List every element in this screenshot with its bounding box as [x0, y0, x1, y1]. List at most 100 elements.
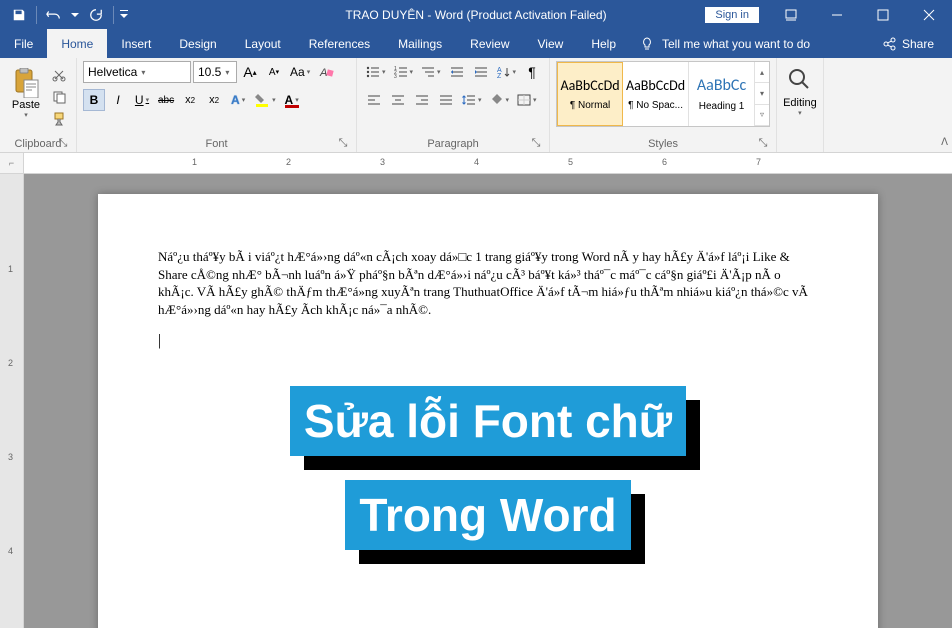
share-icon	[882, 37, 896, 51]
tab-design[interactable]: Design	[165, 29, 230, 58]
tab-view[interactable]: View	[524, 29, 578, 58]
svg-text:3: 3	[394, 74, 397, 78]
hero-line-1: Sửa lỗi Font chữ	[290, 386, 686, 456]
font-size-combo[interactable]: 10.5▾	[193, 61, 237, 83]
tab-selector[interactable]: ⌐	[0, 153, 24, 173]
paste-button[interactable]: Paste ▾	[6, 65, 46, 121]
ribbon-tabs: File Home Insert Design Layout Reference…	[0, 29, 952, 58]
body-paragraph[interactable]: Náº¿u tháº¥y bÃ i viáº¿t hÆ°á»›ng dáº«n …	[158, 248, 818, 318]
sign-in-button[interactable]: Sign in	[704, 6, 760, 24]
bold-button[interactable]: B	[83, 89, 105, 111]
group-font: Helvetica▾ 10.5▾ A▴ A▾ Aa A B I U abc x2…	[77, 58, 357, 152]
clear-formatting-icon[interactable]: A	[315, 61, 337, 83]
page[interactable]: Náº¿u tháº¥y bÃ i viáº¿t hÆ°á»›ng dáº«n …	[98, 194, 878, 628]
tab-home[interactable]: Home	[47, 29, 107, 58]
styles-expand-icon[interactable]: ▿	[755, 105, 769, 126]
styles-scroll-up-icon[interactable]: ▴	[755, 62, 769, 83]
highlight-icon[interactable]	[251, 89, 279, 111]
save-icon[interactable]	[6, 2, 32, 28]
group-styles: AaBbCcDd ¶ Normal AaBbCcDd ¶ No Spac... …	[550, 58, 777, 152]
tab-review[interactable]: Review	[456, 29, 523, 58]
change-case-icon[interactable]: Aa	[287, 61, 313, 83]
text-effects-icon[interactable]: A	[227, 89, 249, 111]
document-scroll[interactable]: Náº¿u tháº¥y bÃ i viáº¿t hÆ°á»›ng dáº«n …	[24, 174, 952, 628]
paste-icon	[10, 67, 42, 99]
italic-button[interactable]: I	[107, 89, 129, 111]
cut-icon[interactable]	[48, 65, 70, 85]
superscript-button[interactable]: x2	[203, 89, 225, 111]
styles-dialog-launcher[interactable]: ⤡	[756, 136, 770, 150]
title-bar: TRAO DUYÊN - Word (Product Activation Fa…	[0, 0, 952, 29]
text-cursor	[158, 332, 818, 350]
numbering-icon[interactable]: 123	[391, 61, 417, 83]
share-button[interactable]: Share	[864, 29, 952, 58]
justify-icon[interactable]	[435, 89, 457, 111]
font-color-icon[interactable]: A	[281, 89, 303, 111]
styles-gallery: AaBbCcDd ¶ Normal AaBbCcDd ¶ No Spac... …	[556, 61, 770, 127]
multilevel-list-icon[interactable]	[418, 61, 444, 83]
show-hide-icon[interactable]: ¶	[521, 61, 543, 83]
tab-references[interactable]: References	[295, 29, 384, 58]
decrease-indent-icon[interactable]	[446, 61, 468, 83]
borders-icon[interactable]	[514, 89, 540, 111]
minimize-icon[interactable]	[814, 0, 860, 29]
hero-line-2: Trong Word	[345, 480, 630, 550]
window-title: TRAO DUYÊN - Word (Product Activation Fa…	[345, 8, 606, 22]
editing-button[interactable]: Editing ▾	[783, 67, 817, 117]
font-name-combo[interactable]: Helvetica▾	[83, 61, 191, 83]
sort-icon[interactable]: AZ	[494, 61, 520, 83]
underline-button[interactable]: U	[131, 89, 153, 111]
redo-icon[interactable]	[83, 2, 109, 28]
qat-customize-icon[interactable]	[118, 2, 130, 28]
align-left-icon[interactable]	[363, 89, 385, 111]
font-dialog-launcher[interactable]: ⤡	[336, 136, 350, 150]
subscript-button[interactable]: x2	[179, 89, 201, 111]
group-paragraph: 123 AZ ¶ Paragraph ⤡	[357, 58, 550, 152]
ruler-vertical[interactable]: 1 2 3 4	[0, 174, 24, 628]
shrink-font-icon[interactable]: A▾	[263, 61, 285, 83]
shading-icon[interactable]	[487, 89, 513, 111]
paragraph-dialog-launcher[interactable]: ⤡	[529, 136, 543, 150]
collapse-ribbon-icon[interactable]: ᐱ	[941, 137, 948, 148]
align-right-icon[interactable]	[411, 89, 433, 111]
bullets-icon[interactable]	[363, 61, 389, 83]
copy-icon[interactable]	[48, 87, 70, 107]
undo-icon[interactable]	[41, 2, 67, 28]
maximize-icon[interactable]	[860, 0, 906, 29]
tab-help[interactable]: Help	[577, 29, 630, 58]
lightbulb-icon	[640, 37, 654, 51]
tab-layout[interactable]: Layout	[231, 29, 295, 58]
tab-mailings[interactable]: Mailings	[384, 29, 456, 58]
align-center-icon[interactable]	[387, 89, 409, 111]
hero-graphic: Sửa lỗi Font chữ Trong Word	[158, 386, 818, 550]
style-heading-1[interactable]: AaBbCc Heading 1	[689, 62, 755, 126]
group-clipboard: Paste ▾ Clipboard ⤡	[0, 58, 77, 152]
group-label-styles: Styles ⤡	[556, 136, 770, 152]
work-area: 1 2 3 4 Náº¿u tháº¥y bÃ i viáº¿t hÆ°á»›n…	[0, 174, 952, 628]
quick-access-toolbar	[0, 2, 136, 28]
tab-insert[interactable]: Insert	[107, 29, 165, 58]
group-editing: Editing ▾	[777, 58, 824, 152]
group-label-paragraph: Paragraph ⤡	[363, 136, 543, 152]
undo-dropdown-icon[interactable]	[69, 2, 81, 28]
group-label-font: Font ⤡	[83, 136, 350, 152]
ribbon: Paste ▾ Clipboard ⤡ Helvetica▾ 10.5▾ A▴ …	[0, 58, 952, 153]
increase-indent-icon[interactable]	[470, 61, 492, 83]
style-no-spacing[interactable]: AaBbCcDd ¶ No Spac...	[623, 62, 689, 126]
grow-font-icon[interactable]: A▴	[239, 61, 261, 83]
svg-text:Z: Z	[497, 73, 502, 78]
styles-scroll-down-icon[interactable]: ▾	[755, 83, 769, 104]
tell-me-search[interactable]: Tell me what you want to do	[630, 29, 820, 58]
find-icon	[787, 67, 813, 93]
ruler-horizontal[interactable]: ⌐ 1 2 3 4 5 6 7	[0, 153, 952, 174]
group-label-clipboard: Clipboard ⤡	[6, 136, 70, 152]
close-icon[interactable]	[906, 0, 952, 29]
strikethrough-button[interactable]: abc	[155, 89, 177, 111]
clipboard-dialog-launcher[interactable]: ⤡	[56, 136, 70, 150]
line-spacing-icon[interactable]	[459, 89, 485, 111]
svg-text:A: A	[319, 67, 327, 79]
format-painter-icon[interactable]	[48, 109, 70, 129]
tab-file[interactable]: File	[0, 29, 47, 58]
ribbon-options-icon[interactable]	[768, 0, 814, 29]
style-normal[interactable]: AaBbCcDd ¶ Normal	[557, 62, 623, 126]
